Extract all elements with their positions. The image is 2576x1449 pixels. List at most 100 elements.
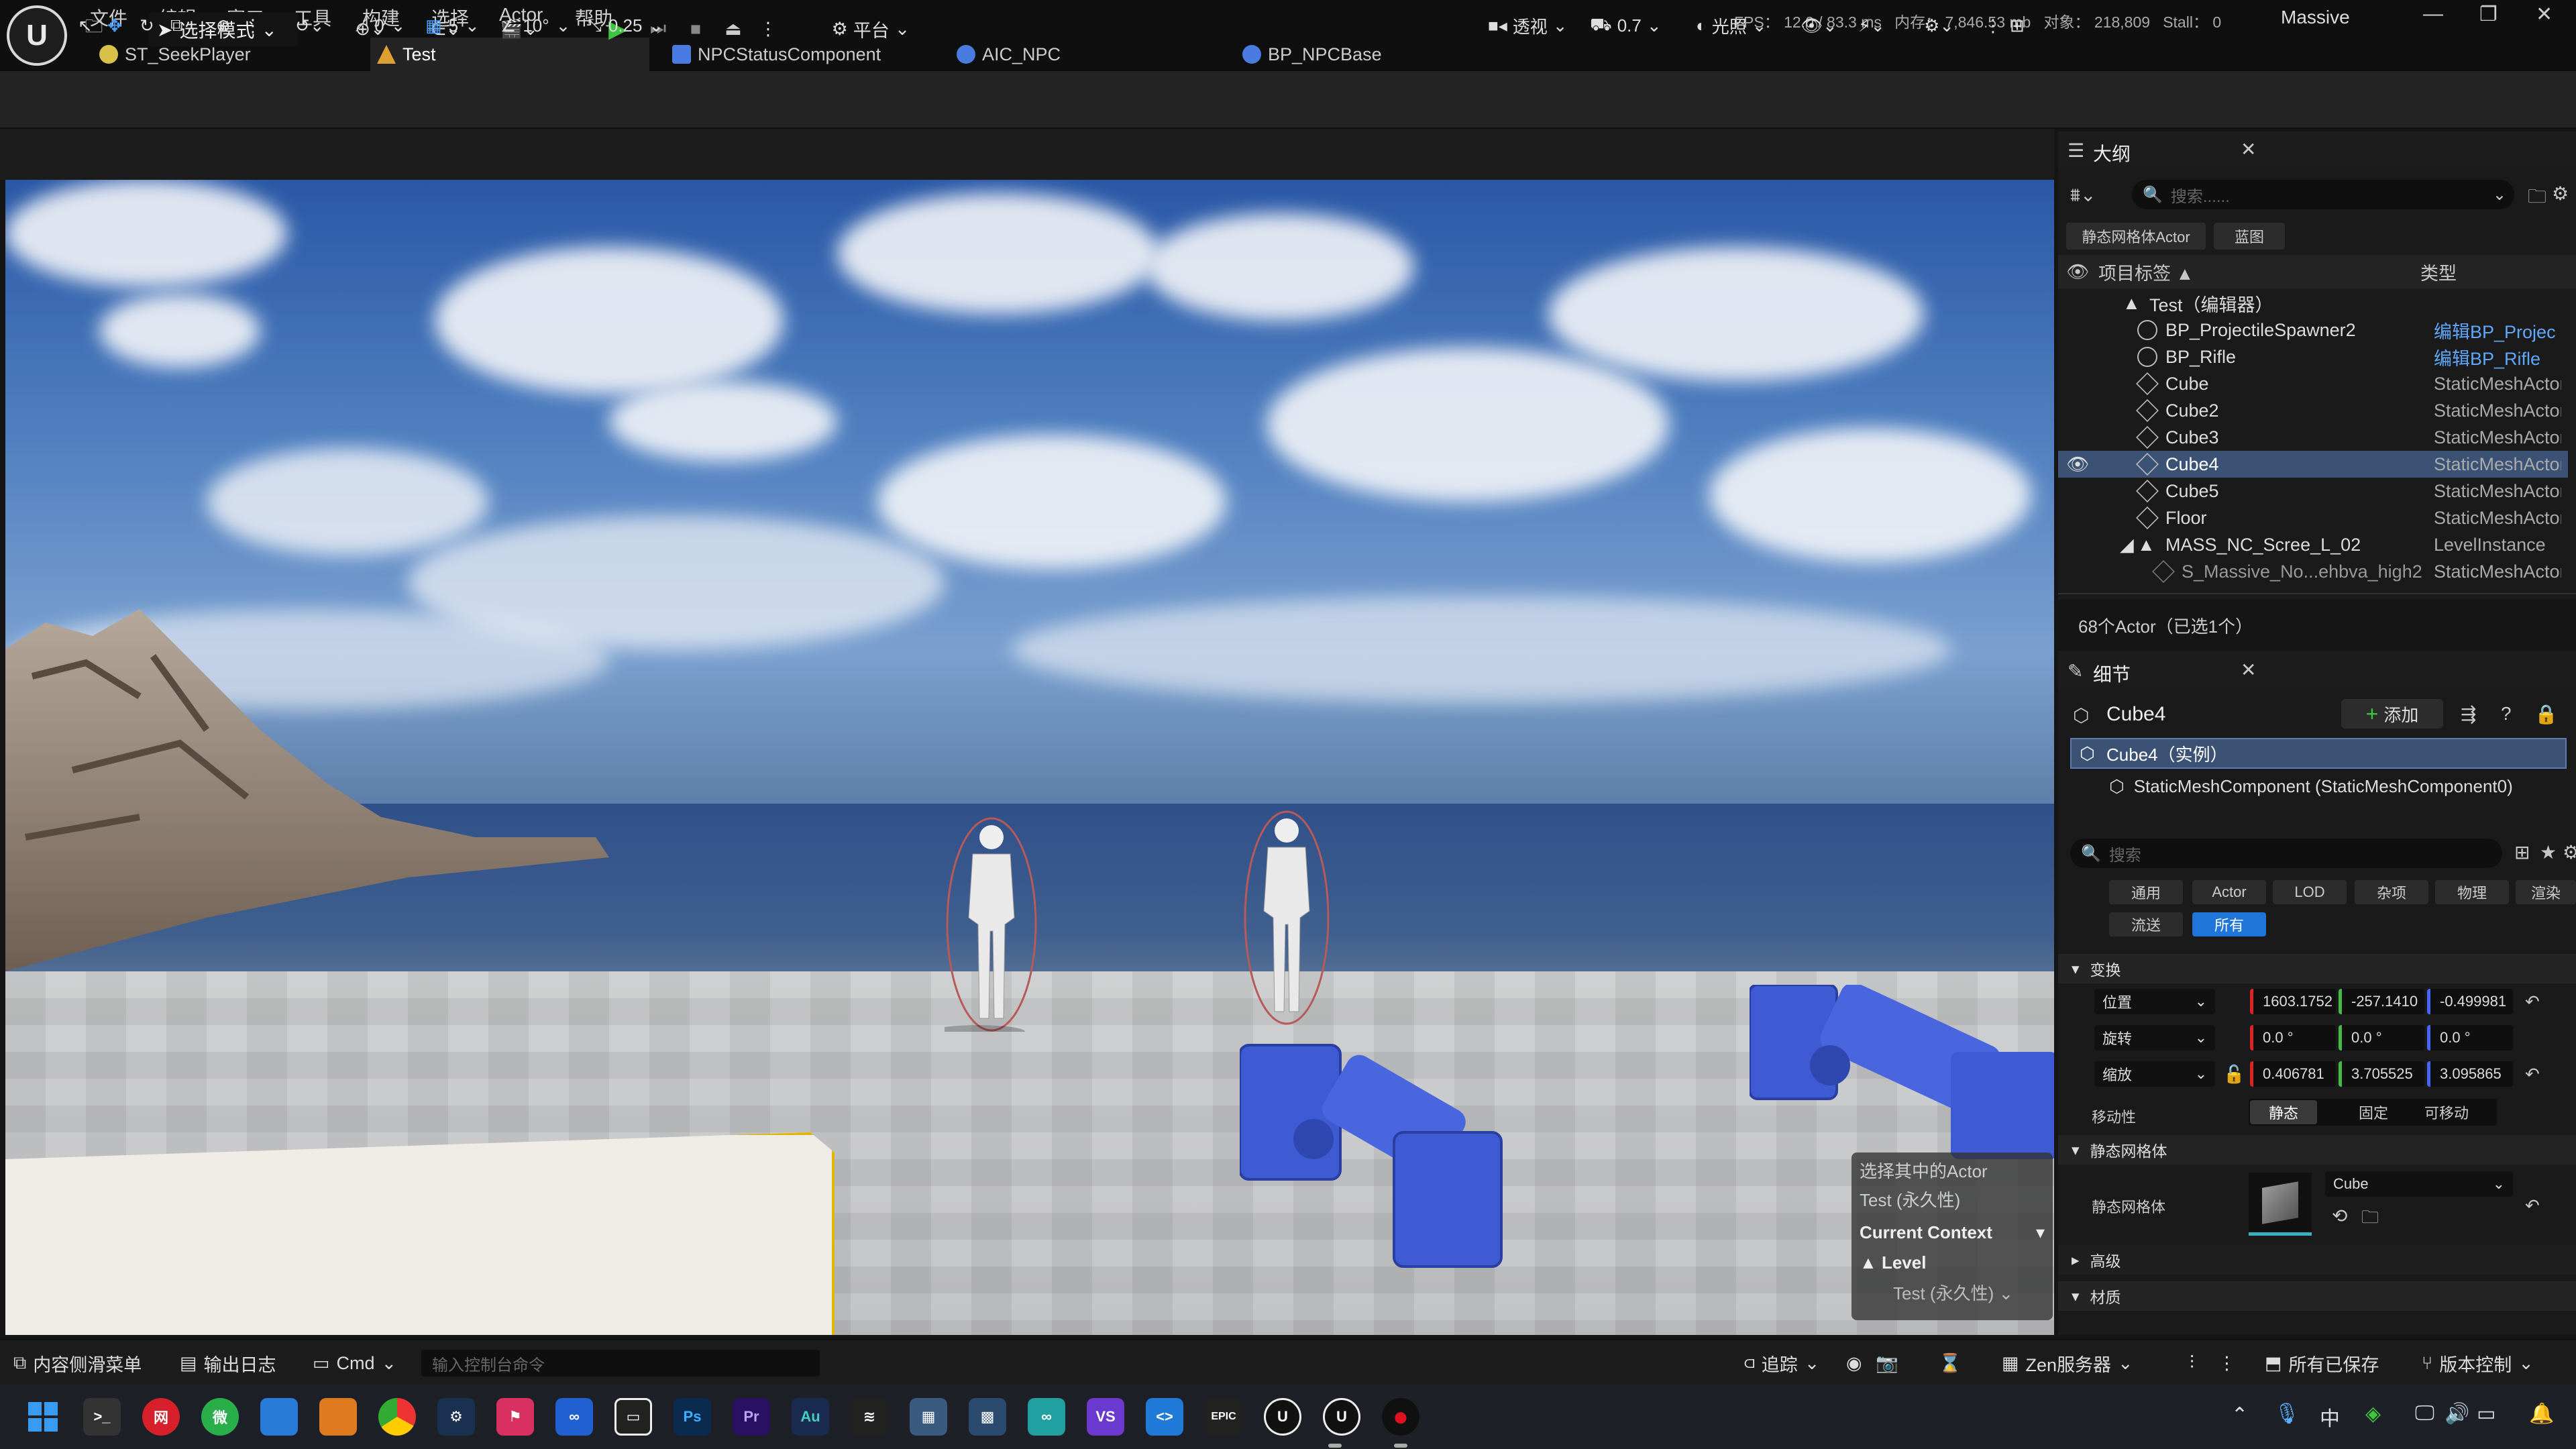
- console-input[interactable]: 输入控制台命令: [421, 1350, 820, 1377]
- visibility-icon[interactable]: 👁: [2066, 261, 2089, 282]
- browse-asset-icon[interactable]: 🗀: [2361, 1205, 2379, 1234]
- unreal-engine-icon-1[interactable]: U: [1264, 1398, 1301, 1436]
- zen-server-dropdown[interactable]: ▦ Zen服务器 ⌄: [2002, 1340, 2133, 1386]
- close-outliner-icon[interactable]: ✕: [2241, 138, 2256, 160]
- version-control-dropdown[interactable]: ⑂ 版本控制 ⌄: [2422, 1340, 2534, 1386]
- add-component-button[interactable]: + 添加: [2341, 699, 2443, 729]
- use-selected-icon[interactable]: ⟲: [2332, 1205, 2347, 1227]
- scale-lock-icon[interactable]: 🔓: [2223, 1064, 2245, 1085]
- ctx-level-dropdown[interactable]: Test (永久性) ⌄: [1860, 1280, 2045, 1305]
- static-mesh-dropdown[interactable]: Cube ⌄: [2325, 1171, 2513, 1197]
- app-icon-18[interactable]: ∞: [1028, 1398, 1065, 1436]
- reset-location-icon[interactable]: ↶: [2525, 991, 2540, 1012]
- close-icon[interactable]: ✕: [2536, 3, 2553, 26]
- record-icon[interactable]: ◉: [1846, 1340, 1862, 1386]
- new-folder-icon[interactable]: 🗀: [2528, 182, 2546, 215]
- filter-blueprint[interactable]: 蓝图: [2214, 223, 2285, 250]
- section-transform[interactable]: ▾ 变换: [2058, 954, 2576, 983]
- battery-icon[interactable]: ▭: [2477, 1402, 2496, 1426]
- steam-icon[interactable]: ⚙: [437, 1398, 475, 1436]
- capcut-icon[interactable]: ≋: [851, 1398, 888, 1436]
- viewport-more-icon[interactable]: ⋮: [1984, 12, 2002, 39]
- cat-streaming[interactable]: 流送: [2109, 912, 2183, 936]
- maximize-icon[interactable]: ❐: [2479, 3, 2498, 26]
- list-item[interactable]: Cube StaticMeshActor: [2058, 370, 2568, 397]
- mobility-stationary[interactable]: 固定: [2340, 1100, 2407, 1124]
- photoshop-icon[interactable]: Ps: [674, 1398, 711, 1436]
- blueprint-convert-icon[interactable]: ⇶: [2461, 703, 2476, 725]
- oculus-icon[interactable]: ▭: [614, 1398, 652, 1436]
- netease-music-icon[interactable]: 网: [142, 1398, 180, 1436]
- content-drawer-button[interactable]: ⧉ 内容侧滑菜单: [13, 1340, 142, 1386]
- scale-y-field[interactable]: 3.705525: [2339, 1061, 2424, 1087]
- viewport-settings-icon[interactable]: ⚙⌄: [1924, 12, 1954, 39]
- list-item[interactable]: S_Massive_No...ehbva_high2 StaticMeshActo…: [2058, 558, 2568, 585]
- grid-snap-toggle[interactable]: ▦ 5 ⌄: [425, 12, 480, 39]
- location-y-field[interactable]: -257.1410: [2339, 989, 2424, 1014]
- section-materials[interactable]: ▾ 材质: [2058, 1281, 2576, 1311]
- epic-games-icon[interactable]: EPIC: [1205, 1398, 1242, 1436]
- butterfly-app-icon[interactable]: [319, 1398, 357, 1436]
- cat-physics[interactable]: 物理: [2435, 880, 2509, 904]
- npc-mannequin-1[interactable]: [945, 817, 1038, 1032]
- current-context-dropdown[interactable]: Current Context ▾: [1860, 1222, 2045, 1243]
- nvidia-icon[interactable]: ◈: [2365, 1402, 2381, 1426]
- scale-z-field[interactable]: 3.095865: [2427, 1061, 2513, 1087]
- outliner-search-input[interactable]: 🔍 搜索...... ⌄: [2132, 180, 2514, 209]
- unreal-engine-icon-2[interactable]: U: [1323, 1398, 1360, 1436]
- level-viewport[interactable]: Z X Y: [5, 180, 2054, 1335]
- details-settings-icon[interactable]: ⚙: [2563, 841, 2576, 863]
- perspective-dropdown[interactable]: ■◂ 透视 ⌄: [1488, 12, 1568, 39]
- source-control-status-icon[interactable]: ⫶: [2190, 1340, 2194, 1386]
- location-x-field[interactable]: 1603.1752: [2250, 989, 2336, 1014]
- show-flags-icon[interactable]: 👁⌄: [1801, 12, 1837, 39]
- premiere-icon[interactable]: Pr: [733, 1398, 770, 1436]
- list-item[interactable]: Floor StaticMeshActor: [2058, 504, 2568, 531]
- filter-static-mesh-actor[interactable]: 静态网格体Actor: [2066, 223, 2206, 250]
- npc-mannequin-2[interactable]: [1240, 810, 1334, 1025]
- scale-tool-icon[interactable]: ⧉: [170, 12, 183, 39]
- reset-mesh-icon[interactable]: ↶: [2525, 1195, 2540, 1216]
- list-item[interactable]: Cube2 StaticMeshActor: [2058, 397, 2568, 424]
- more-icon[interactable]: ⋮: [244, 12, 262, 39]
- trace-dropdown[interactable]: ⫏ 追踪 ⌄: [1744, 1340, 1819, 1386]
- actor-name[interactable]: Cube4: [2106, 703, 2165, 726]
- volume-icon[interactable]: 🔊: [2445, 1402, 2469, 1426]
- lighting-dropdown[interactable]: ◐ 光照 ⌄: [1696, 12, 1767, 39]
- vscode-icon[interactable]: <>: [1146, 1398, 1183, 1436]
- cat-lod[interactable]: LOD: [2273, 880, 2347, 904]
- terminal-app-icon[interactable]: >_: [83, 1398, 121, 1436]
- col-type[interactable]: 类型: [2420, 259, 2457, 285]
- tab-aic-npc[interactable]: AIC_NPC: [950, 38, 1225, 71]
- mesh-thumbnail[interactable]: [2249, 1173, 2312, 1236]
- wechat-icon[interactable]: 微: [201, 1398, 239, 1436]
- location-z-field[interactable]: -0.499981: [2427, 989, 2513, 1014]
- lock-icon[interactable]: 🔒: [2534, 703, 2558, 725]
- microphone-icon[interactable]: 🎙: [2274, 1402, 2300, 1426]
- projectile-spawner-mesh[interactable]: [1240, 1038, 1535, 1280]
- rotate-tool-icon[interactable]: ↻: [140, 12, 154, 39]
- rotation-y-field[interactable]: 0.0 °: [2339, 1025, 2424, 1051]
- list-item-selected[interactable]: 👁 Cube4 StaticMeshActor: [2058, 451, 2568, 478]
- mobility-static[interactable]: 静态: [2250, 1100, 2317, 1124]
- more-status-icon[interactable]: ⋮: [2218, 1340, 2236, 1386]
- recorder-icon[interactable]: ●: [1382, 1398, 1419, 1436]
- section-static-mesh[interactable]: ▾ 静态网格体: [2058, 1135, 2576, 1165]
- details-search-input[interactable]: 🔍 搜索: [2070, 839, 2502, 868]
- rotation-snap-toggle[interactable]: ∠ 10° ⌄: [500, 12, 570, 39]
- eject-icon[interactable]: ⏏: [716, 12, 750, 46]
- select-tool-icon[interactable]: ↖: [78, 12, 93, 39]
- cat-general[interactable]: 通用: [2109, 880, 2183, 904]
- component-instance-row[interactable]: ⬡ Cube4（实例）: [2070, 738, 2567, 769]
- list-item[interactable]: Cube3 StaticMeshActor: [2058, 424, 2568, 451]
- mobility-movable[interactable]: 可移动: [2410, 1100, 2483, 1124]
- scale-snap-toggle[interactable]: ⤡ 0.25 ⌄: [588, 12, 663, 39]
- world-space-icon[interactable]: ⊕: [216, 12, 231, 39]
- reset-scale-icon[interactable]: ↶: [2525, 1064, 2540, 1085]
- app-icon-5[interactable]: [260, 1398, 298, 1436]
- cat-all[interactable]: 所有: [2192, 912, 2266, 936]
- app-icon-17[interactable]: ▩: [969, 1398, 1006, 1436]
- cat-actor[interactable]: Actor: [2192, 880, 2266, 904]
- rotation-x-field[interactable]: 0.0 °: [2250, 1025, 2336, 1051]
- stop-icon[interactable]: ■: [679, 12, 712, 46]
